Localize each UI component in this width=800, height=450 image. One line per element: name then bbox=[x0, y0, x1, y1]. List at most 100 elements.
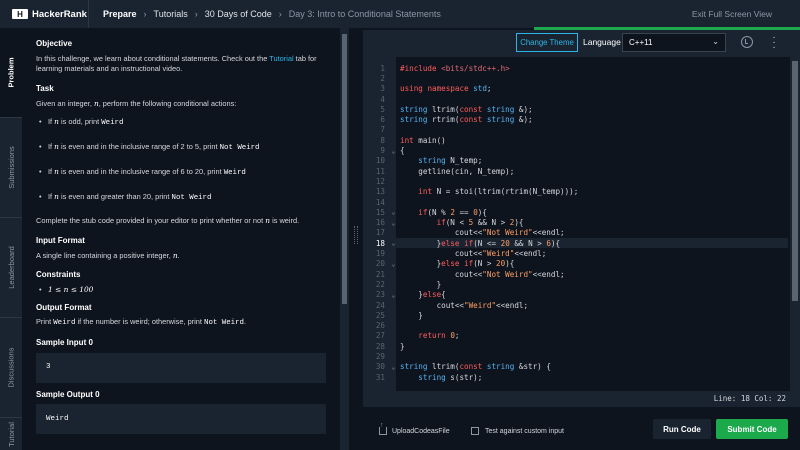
exit-full-screen-link[interactable]: Exit Full Screen View bbox=[692, 9, 772, 19]
code-line[interactable]: 28} bbox=[363, 341, 788, 351]
custom-input-checkbox[interactable] bbox=[471, 427, 479, 435]
scrollbar-thumb[interactable] bbox=[342, 34, 347, 304]
condition-item: If n is even and in the inclusive range … bbox=[36, 142, 326, 154]
fold-toggle-icon[interactable]: ⌄ bbox=[387, 291, 400, 299]
task-heading: Task bbox=[36, 84, 54, 94]
condition-text: is odd, print bbox=[58, 117, 102, 127]
scrollbar-thumb[interactable] bbox=[792, 61, 798, 301]
upload-code-button[interactable]: UploadCodeasFile bbox=[379, 422, 450, 435]
code-line[interactable]: 30 ⌄ string ltrim(const string &str) { bbox=[363, 362, 788, 372]
code-line[interactable]: 19 cout<<"Weird"<<endl; bbox=[363, 248, 788, 258]
fold-toggle-icon[interactable]: ⌄ bbox=[387, 208, 400, 216]
line-number: 8 bbox=[380, 135, 385, 145]
code-text: } bbox=[400, 310, 423, 320]
splitter-grip-icon[interactable] bbox=[354, 226, 358, 244]
code-line[interactable]: 6 string rtrim(const string &); bbox=[363, 115, 788, 125]
output-text: if the number is weird; otherwise, print bbox=[75, 317, 205, 327]
code-line[interactable]: 7 bbox=[363, 125, 788, 135]
panel-splitter[interactable] bbox=[349, 28, 363, 450]
code-line[interactable]: 21 cout<<"Not Weird"<<endl; bbox=[363, 269, 788, 279]
cursor-position: Line: 18 Col: 22 bbox=[713, 394, 786, 403]
code-line[interactable]: 27 return 0; bbox=[363, 331, 788, 341]
code-line[interactable]: 9 ⌄{ bbox=[363, 145, 788, 155]
code-text: }else if(N > 20){ bbox=[400, 259, 515, 269]
line-number: 12 bbox=[375, 176, 385, 186]
objective-heading: Objective bbox=[36, 39, 73, 48]
code-text: cout<<"Weird"<<endl; bbox=[400, 300, 529, 310]
condition-item: If n is odd, print Weird bbox=[36, 117, 326, 129]
code-line[interactable]: 5 string ltrim(const string &); bbox=[363, 104, 788, 114]
condition-output: Weird bbox=[101, 119, 124, 128]
code-text: cout<<"Weird"<<endl; bbox=[400, 249, 547, 259]
code-line[interactable]: 8 int main() bbox=[363, 135, 788, 145]
code-text: }else{ bbox=[400, 290, 446, 300]
output-format-heading: Output Format bbox=[36, 302, 92, 312]
fold-toggle-icon[interactable]: ⌄ bbox=[387, 260, 400, 268]
code-line[interactable]: 12 bbox=[363, 176, 788, 186]
code-line[interactable]: 3 using namespace std; bbox=[363, 84, 788, 94]
editor-scrollbar[interactable] bbox=[790, 57, 800, 391]
code-editor[interactable]: 1 #include <bits/stdc++.h> 2 3 using namespa… bbox=[363, 57, 800, 391]
fold-toggle-icon[interactable]: ⌄ bbox=[387, 219, 400, 227]
code-text: int N = stoi(ltrim(rtrim(N_temp))); bbox=[418, 187, 579, 197]
code-line[interactable]: 10 string N_temp; bbox=[363, 156, 788, 166]
line-number: 28 bbox=[375, 341, 385, 351]
code-text: string ltrim(const string &str) { bbox=[400, 362, 551, 372]
code-line[interactable]: 18 ⌄ }else if(N <= 20 && N > 6){ bbox=[363, 238, 788, 249]
breadcrumb-tutorials[interactable]: Tutorials bbox=[154, 9, 188, 19]
code-line[interactable]: 20 ⌄ }else if(N > 20){ bbox=[363, 259, 788, 269]
code-line[interactable]: 23 ⌄ }else{ bbox=[363, 290, 788, 300]
fold-toggle-icon[interactable]: ⌄ bbox=[387, 363, 400, 371]
custom-input-toggle[interactable]: Test against custom input bbox=[471, 427, 564, 435]
tab-leaderboard[interactable]: Leaderboard bbox=[0, 218, 22, 318]
code-line[interactable]: 15 ⌄ if(N % 2 == 0){ bbox=[363, 207, 788, 217]
line-number: 5 bbox=[380, 104, 385, 114]
run-code-button[interactable]: Run Code bbox=[653, 419, 711, 439]
sample-input-heading: Sample Input 0 bbox=[36, 338, 93, 348]
code-line[interactable]: 25 } bbox=[363, 310, 788, 320]
code-line[interactable]: 11 getline(cin, N_temp); bbox=[363, 166, 788, 176]
tab-tutorial-label: Tutorial bbox=[6, 421, 16, 447]
line-number: 26 bbox=[375, 321, 385, 331]
breadcrumb-separator: › bbox=[143, 9, 147, 19]
code-line[interactable]: 16 ⌄ if(N < 5 && N > 2){ bbox=[363, 218, 788, 228]
code-line[interactable]: 4 bbox=[363, 94, 788, 104]
line-number: 30 bbox=[375, 362, 385, 372]
code-line[interactable]: 22 } bbox=[363, 279, 788, 289]
code-line[interactable]: 13 int N = stoi(ltrim(rtrim(N_temp))); bbox=[363, 187, 788, 197]
fold-toggle-icon[interactable]: ⌄ bbox=[387, 147, 400, 155]
code-line[interactable]: 29 bbox=[363, 351, 788, 361]
code-text: return 0; bbox=[418, 331, 460, 341]
code-line[interactable]: 26 bbox=[363, 321, 788, 331]
restore-icon[interactable] bbox=[741, 36, 753, 48]
language-select[interactable]: C++11 ⌄ bbox=[622, 33, 726, 52]
submit-code-button[interactable]: Submit Code bbox=[716, 419, 788, 439]
condition-text: is even and in the inclusive range of 6 … bbox=[58, 166, 224, 176]
code-line[interactable]: 31 string s(str); bbox=[363, 372, 788, 382]
tab-submissions[interactable]: Submissions bbox=[0, 118, 22, 218]
brand-logo[interactable]: H HackerRank bbox=[0, 9, 88, 20]
tab-problem[interactable]: Problem bbox=[0, 28, 22, 118]
fold-toggle-icon[interactable]: ⌄ bbox=[387, 239, 400, 247]
change-theme-button[interactable]: Change Theme bbox=[516, 33, 578, 52]
code-line[interactable]: 24 cout<<"Weird"<<endl; bbox=[363, 300, 788, 310]
problem-scrollbar[interactable] bbox=[340, 28, 349, 450]
code-text: getline(cin, N_temp); bbox=[400, 166, 515, 176]
input-text: . bbox=[177, 250, 180, 260]
more-vertical-icon[interactable]: · · · bbox=[771, 33, 777, 53]
code-text: using namespace std; bbox=[400, 84, 492, 94]
code-line[interactable]: 17 cout<<"Not Weird"<<endl; bbox=[363, 228, 788, 238]
tab-problem-label: Problem bbox=[6, 57, 16, 88]
breadcrumb-prepare[interactable]: Prepare bbox=[103, 9, 137, 19]
code-line[interactable]: 1 #include <bits/stdc++.h> bbox=[363, 63, 788, 73]
breadcrumb: Prepare › Tutorials › 30 Days of Code › … bbox=[88, 0, 441, 28]
breadcrumb-30-days[interactable]: 30 Days of Code bbox=[205, 9, 272, 19]
tab-tutorial[interactable]: Tutorial bbox=[0, 418, 22, 450]
custom-input-label: Test against custom input bbox=[485, 427, 564, 435]
upload-icon bbox=[379, 422, 387, 435]
code-line[interactable]: 14 bbox=[363, 197, 788, 207]
code-line[interactable]: 2 bbox=[363, 73, 788, 83]
tutorial-link[interactable]: Tutorial bbox=[269, 54, 293, 63]
tab-discussions[interactable]: Discussions bbox=[0, 318, 22, 418]
line-number: 9 bbox=[380, 146, 385, 156]
